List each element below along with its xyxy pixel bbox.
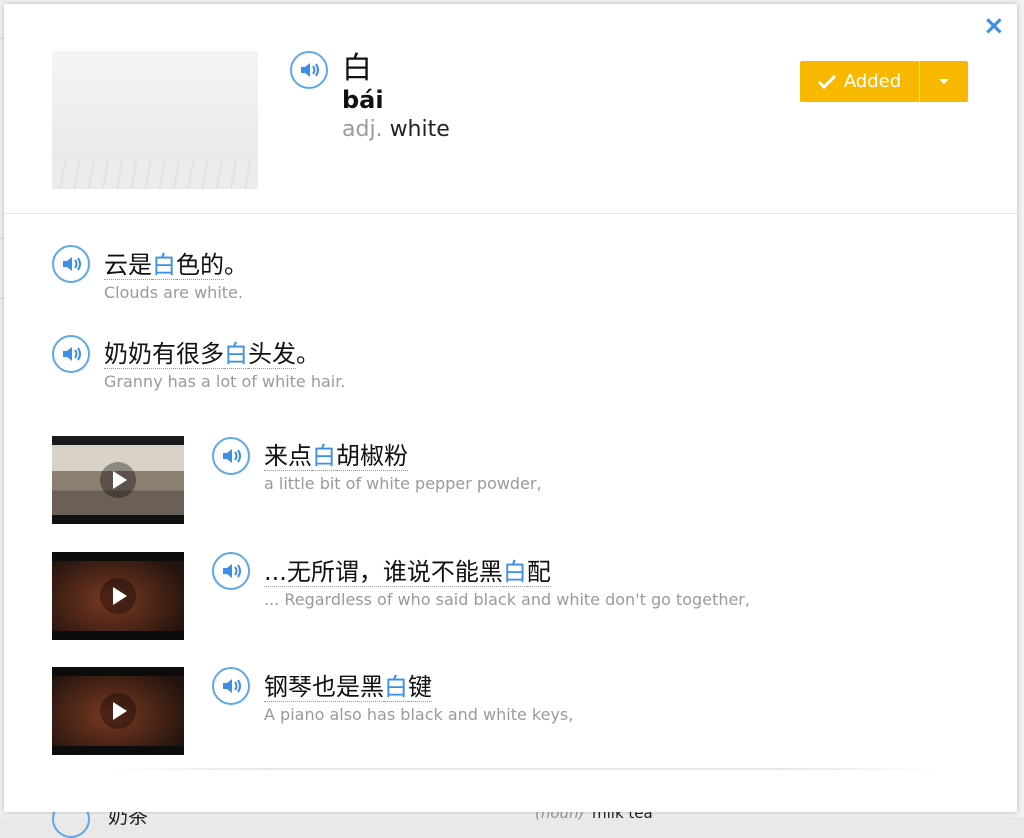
- speaker-icon: [301, 63, 319, 77]
- sentence-english: a little bit of white pepper powder,: [264, 474, 542, 493]
- close-icon[interactable]: ×: [983, 13, 1005, 39]
- added-button[interactable]: Added: [800, 61, 919, 102]
- image-floor: [52, 161, 258, 189]
- word-definition-line: adj. white: [342, 117, 450, 143]
- video-sentence: 钢琴也是黑白键 A piano also has black and white…: [264, 672, 573, 726]
- word-detail-modal: × 白 bái adj. white Added 云是白色的。 Clouds a…: [4, 4, 1017, 812]
- video-audio-button[interactable]: [212, 437, 250, 475]
- added-dropdown-button[interactable]: [920, 61, 968, 102]
- word-definition: white: [389, 117, 450, 142]
- sentence-pre[interactable]: 云是: [104, 251, 152, 280]
- video-audio-button[interactable]: [212, 667, 250, 705]
- example-sentence: 奶奶有很多白头发。 Granny has a lot of white hair…: [104, 339, 345, 393]
- section-divider: [4, 213, 1017, 214]
- sentence-english: ... Regardless of who said black and whi…: [264, 590, 750, 609]
- sentence-post[interactable]: 键: [408, 673, 432, 702]
- sentence-punct: 。: [296, 340, 320, 368]
- sentence-chinese: 奶奶有很多白头发。: [104, 339, 345, 369]
- sentence-pre[interactable]: 钢琴也是黑: [264, 673, 384, 702]
- word-audio-button[interactable]: [290, 51, 328, 89]
- sentence-highlight[interactable]: 白: [502, 558, 527, 587]
- sentence-highlight[interactable]: 白: [312, 442, 336, 471]
- sentence-post[interactable]: 配: [526, 558, 551, 587]
- sentence-post[interactable]: 头发: [248, 340, 296, 369]
- sentence-chinese: ...无所谓，谁说不能黑白配: [264, 557, 750, 587]
- speaker-icon: [63, 347, 81, 361]
- video-thumbnail[interactable]: [52, 552, 184, 640]
- play-icon: [100, 462, 136, 498]
- check-icon: [817, 74, 836, 89]
- speaker-icon: [223, 449, 241, 463]
- sentence-audio-button[interactable]: [52, 245, 90, 283]
- sentence-chinese: 云是白色的。: [104, 250, 248, 280]
- play-icon: [100, 578, 136, 614]
- video-sentence: ...无所谓，谁说不能黑白配 ... Regardless of who sai…: [264, 557, 750, 611]
- added-label: Added: [843, 71, 902, 92]
- sentence-highlight[interactable]: 白: [384, 673, 408, 702]
- sentence-punct: 。: [224, 251, 248, 279]
- sentence-chinese: 钢琴也是黑白键: [264, 672, 573, 702]
- sentence-highlight[interactable]: 白: [152, 251, 176, 280]
- example-sentence: 云是白色的。 Clouds are white.: [104, 250, 248, 304]
- video-sentence: 来点白胡椒粉 a little bit of white pepper powd…: [264, 441, 542, 495]
- sentence-english: A piano also has black and white keys,: [264, 705, 574, 724]
- word-image: [52, 51, 258, 189]
- sentence-post[interactable]: 胡椒粉: [336, 442, 408, 471]
- play-icon: [100, 693, 136, 729]
- sentence-audio-button[interactable]: [52, 335, 90, 373]
- video-audio-button[interactable]: [212, 552, 250, 590]
- video-thumbnail[interactable]: [52, 436, 184, 524]
- sentence-chinese: 来点白胡椒粉: [264, 441, 542, 471]
- word-hanzi: 白: [342, 51, 372, 86]
- sentence-post[interactable]: 色的: [176, 251, 224, 280]
- sentence-english: Granny has a lot of white hair.: [104, 372, 346, 391]
- speaker-icon: [223, 679, 241, 693]
- speaker-icon: [223, 564, 241, 578]
- sentence-pre[interactable]: 奶奶有很多: [104, 340, 224, 369]
- sentence-pre[interactable]: 来点: [264, 442, 312, 471]
- added-button-group: Added: [800, 61, 968, 102]
- word-pinyin: bái: [342, 86, 384, 114]
- bottom-fade-divider: [104, 768, 944, 770]
- speaker-icon: [63, 257, 81, 271]
- chevron-down-icon: [939, 79, 949, 84]
- sentence-english: Clouds are white.: [104, 283, 243, 302]
- word-pos: adj.: [342, 117, 383, 142]
- sentence-highlight[interactable]: 白: [224, 340, 248, 369]
- video-thumbnail[interactable]: [52, 667, 184, 755]
- sentence-pre[interactable]: ...无所谓，谁说不能黑: [264, 558, 503, 587]
